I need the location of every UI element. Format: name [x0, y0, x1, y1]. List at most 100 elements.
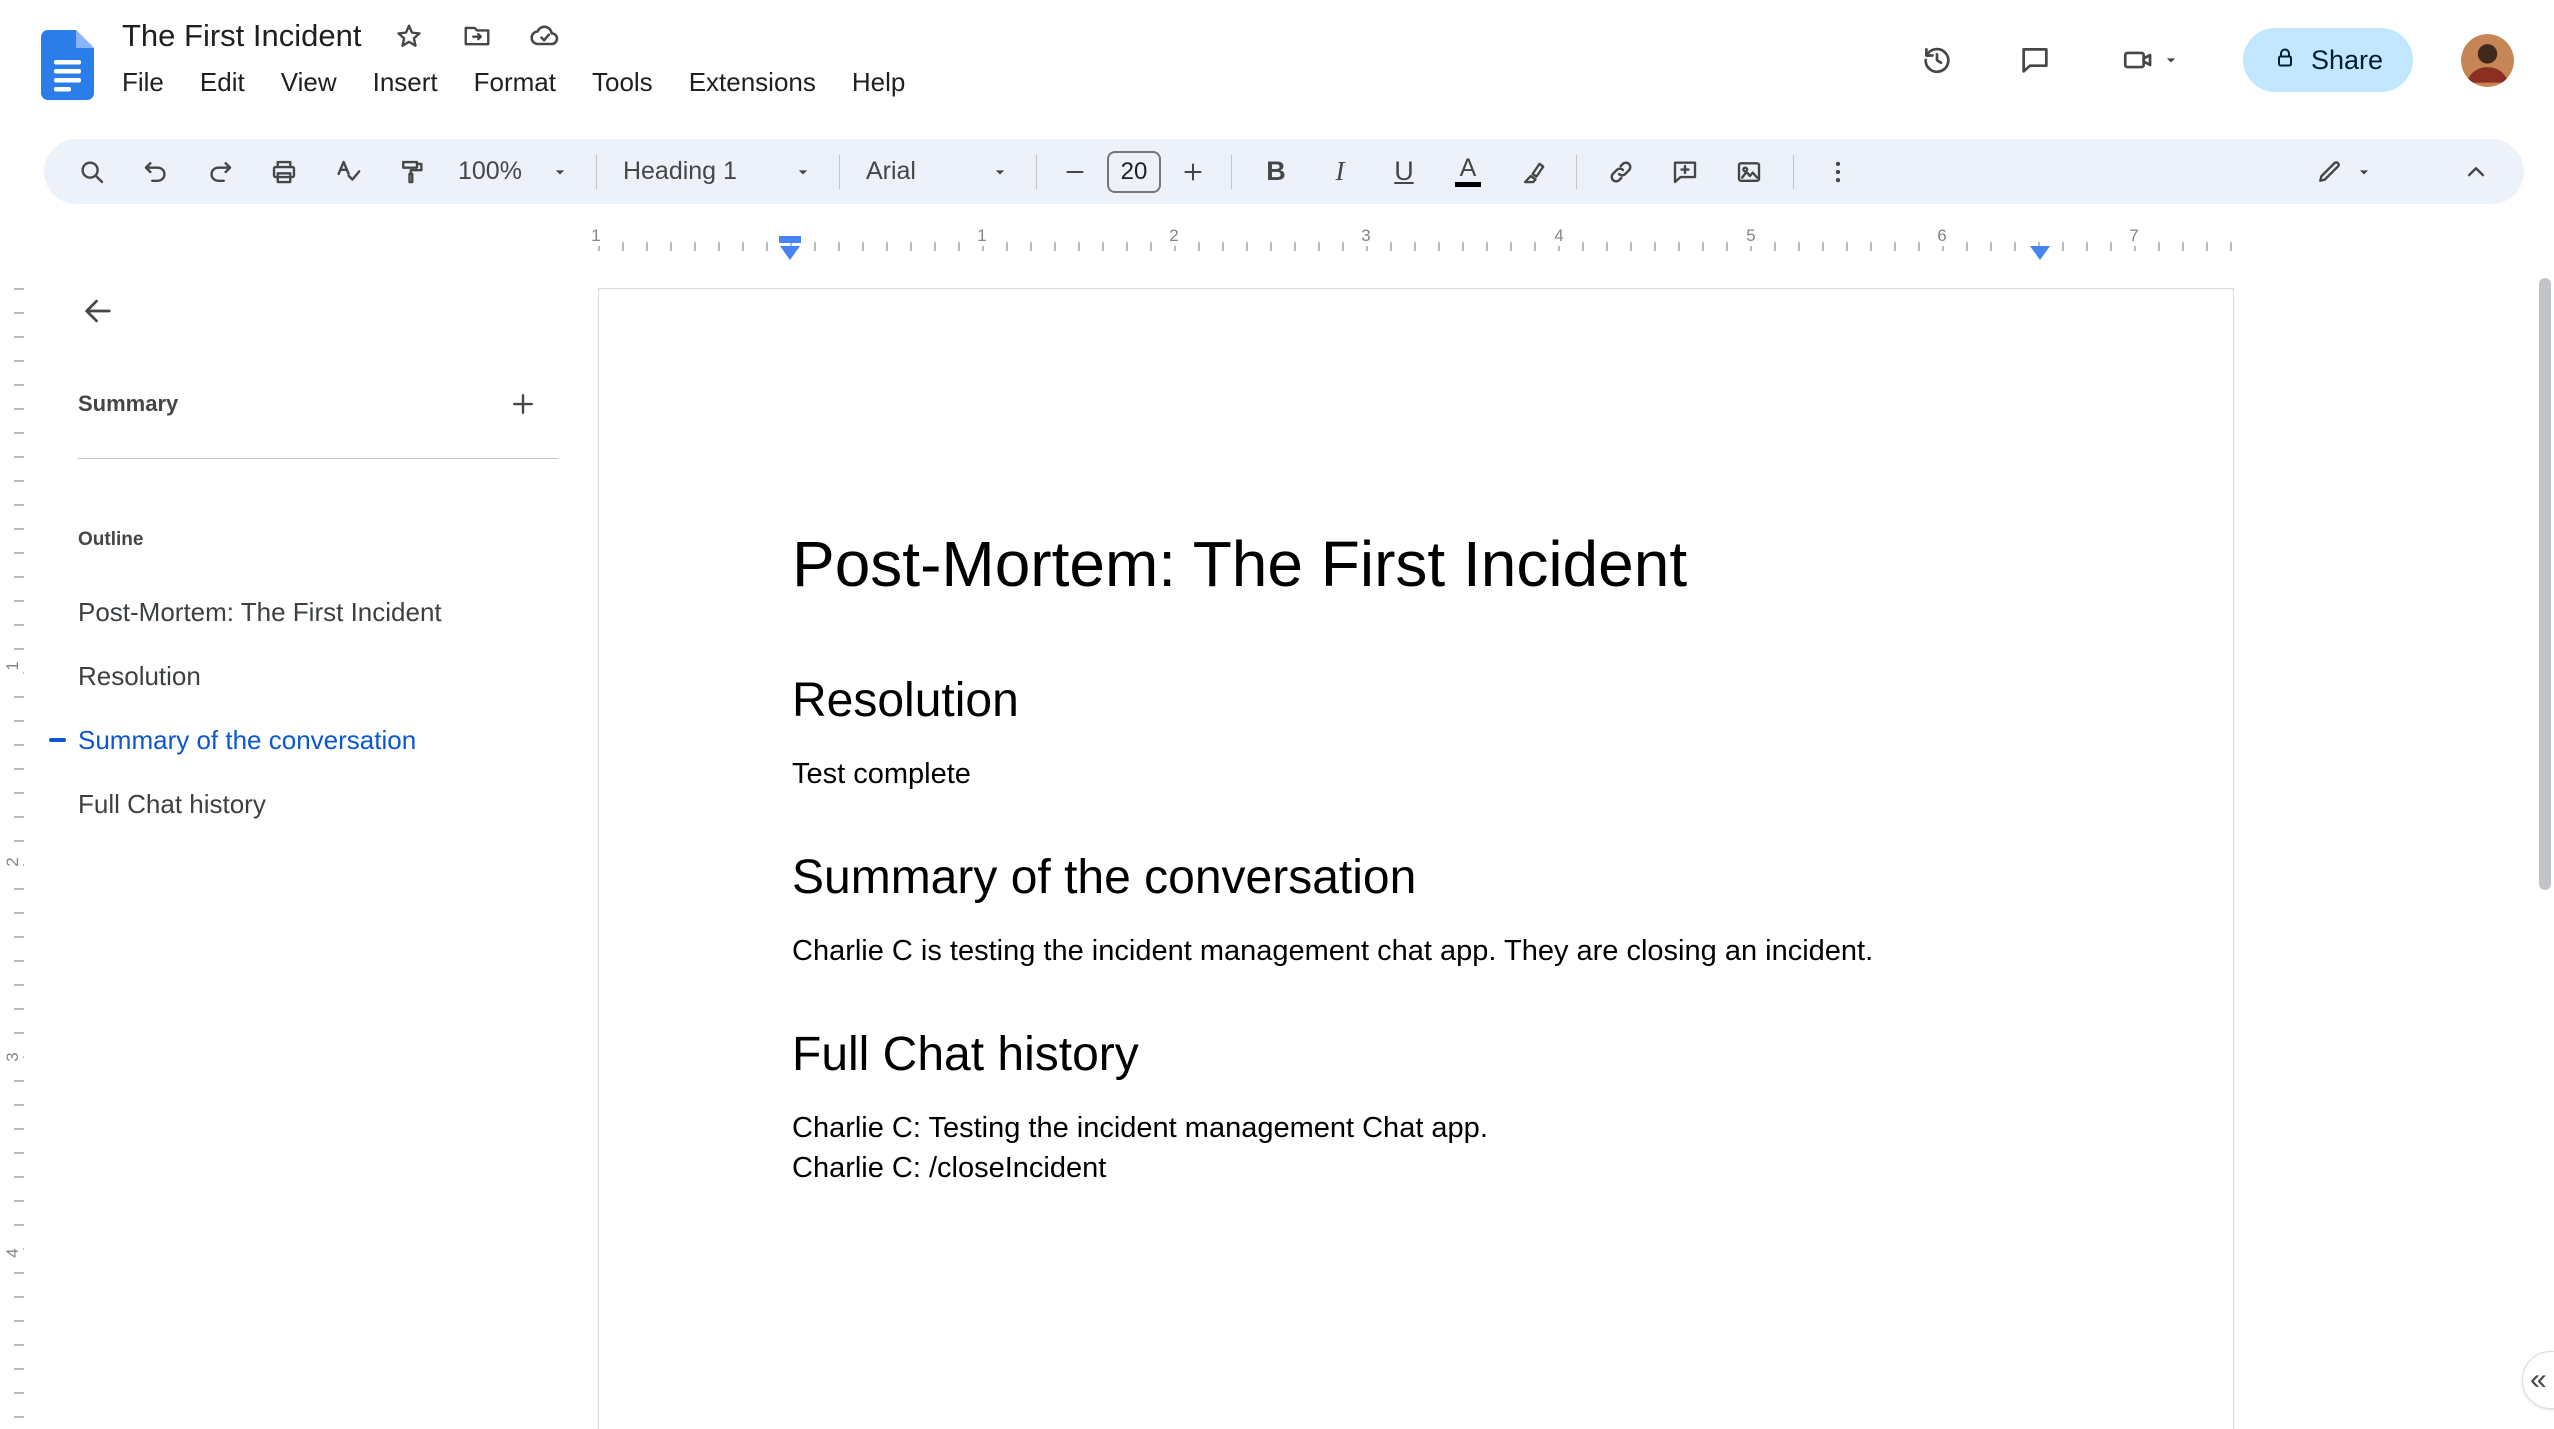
- toolbar: 100% Heading 1 Arial 20 B I U A: [44, 139, 2524, 204]
- ruler-ticks: [598, 242, 2234, 251]
- highlight-color-icon[interactable]: [1506, 146, 1558, 198]
- toolbar-divider: [595, 154, 597, 189]
- close-outline-icon[interactable]: [70, 283, 126, 339]
- comments-icon[interactable]: [2003, 28, 2067, 92]
- increase-font-size-icon[interactable]: [1173, 146, 1213, 198]
- doc-section: Resolution Test complete: [792, 673, 2043, 794]
- divider: [78, 458, 558, 459]
- ruler-number: 6: [1933, 226, 1951, 246]
- menu-help[interactable]: Help: [839, 64, 918, 101]
- menu-view[interactable]: View: [268, 64, 350, 101]
- insert-link-icon[interactable]: [1595, 146, 1647, 198]
- doc-title-heading[interactable]: Post-Mortem: The First Incident: [792, 527, 2043, 601]
- ruler-number: 1: [973, 226, 991, 246]
- outline-item[interactable]: Resolution: [30, 644, 598, 708]
- undo-icon[interactable]: [130, 146, 182, 198]
- doc-heading[interactable]: Summary of the conversation: [792, 850, 2043, 906]
- doc-paragraph[interactable]: Charlie C: /closeIncident: [792, 1148, 2043, 1188]
- zoom-select[interactable]: 100%: [444, 157, 584, 186]
- toolbar-right-group: [2300, 146, 2508, 198]
- decrease-font-size-icon[interactable]: [1055, 146, 1095, 198]
- star-icon[interactable]: [389, 16, 429, 56]
- double-chevron-left-icon: «: [2530, 1363, 2547, 1396]
- menu-extensions[interactable]: Extensions: [676, 64, 829, 101]
- toolbar-divider: [838, 154, 840, 189]
- show-side-panel-button[interactable]: «: [2522, 1351, 2554, 1409]
- first-line-indent-marker[interactable]: [779, 236, 801, 243]
- paint-format-icon[interactable]: [386, 146, 438, 198]
- paragraph-style-select[interactable]: Heading 1: [609, 157, 827, 186]
- menu-insert[interactable]: Insert: [360, 64, 451, 101]
- ruler-number: 2: [3, 847, 23, 877]
- doc-paragraph[interactable]: Charlie C: Testing the incident manageme…: [792, 1108, 2043, 1148]
- docs-logo-icon[interactable]: [41, 30, 94, 100]
- document-title[interactable]: The First Incident: [122, 18, 361, 54]
- document-page[interactable]: Post-Mortem: The First Incident Resoluti…: [598, 288, 2234, 1429]
- menu-format[interactable]: Format: [461, 64, 569, 101]
- right-indent-marker[interactable]: [2030, 246, 2050, 260]
- toolbar-divider: [1230, 154, 1232, 189]
- italic-button[interactable]: I: [1314, 146, 1366, 198]
- doc-heading[interactable]: Resolution: [792, 673, 2043, 729]
- paragraph-style-value: Heading 1: [622, 157, 737, 185]
- vertical-ruler: 1 2 3 4: [0, 264, 30, 1429]
- outline-list: Post-Mortem: The First Incident Resoluti…: [30, 580, 598, 836]
- underline-button[interactable]: U: [1378, 146, 1430, 198]
- ruler-number: 7: [2125, 226, 2143, 246]
- ruler-number: 3: [3, 1042, 23, 1072]
- more-options-icon[interactable]: [1812, 146, 1864, 198]
- ruler-number: 4: [3, 1238, 23, 1268]
- ruler-number: 3: [1357, 226, 1375, 246]
- summary-label: Summary: [78, 391, 179, 416]
- scrollbar-thumb[interactable]: [2539, 278, 2551, 890]
- search-menus-icon[interactable]: [66, 146, 118, 198]
- add-summary-icon[interactable]: [495, 376, 551, 432]
- chevron-down-icon: [995, 169, 1005, 174]
- title-area: The First Incident File Edit View Insert…: [122, 16, 918, 101]
- insert-image-icon[interactable]: [1723, 146, 1775, 198]
- editing-mode-select[interactable]: [2300, 157, 2388, 187]
- header: The First Incident File Edit View Insert…: [0, 0, 2554, 133]
- share-label: Share: [2310, 44, 2383, 75]
- version-history-icon[interactable]: [1905, 28, 1969, 92]
- text-color-bar: [1454, 182, 1481, 187]
- menu-file[interactable]: File: [109, 64, 177, 101]
- outline-item-active[interactable]: Summary of the conversation: [30, 708, 598, 772]
- pencil-icon: [2319, 160, 2340, 182]
- header-actions: Share: [1905, 28, 2514, 92]
- ruler-number: 1: [3, 651, 23, 681]
- meet-video-icon[interactable]: [2101, 28, 2201, 92]
- menu-tools[interactable]: Tools: [579, 64, 666, 101]
- zoom-value: 100%: [458, 157, 522, 185]
- chevron-down-icon: [798, 169, 808, 174]
- print-icon[interactable]: [258, 146, 310, 198]
- chevron-down-icon: [2166, 58, 2176, 63]
- hide-menus-icon[interactable]: [2450, 146, 2502, 198]
- toolbar-divider: [1792, 154, 1794, 189]
- doc-paragraph[interactable]: Charlie C is testing the incident manage…: [792, 931, 2043, 971]
- avatar[interactable]: [2461, 33, 2514, 87]
- outline-item[interactable]: Post-Mortem: The First Incident: [30, 580, 598, 644]
- menu-edit[interactable]: Edit: [187, 64, 258, 101]
- doc-section: Full Chat history Charlie C: Testing the…: [792, 1027, 2043, 1188]
- font-size-input[interactable]: 20: [1106, 150, 1161, 193]
- doc-section: Summary of the conversation Charlie C is…: [792, 850, 2043, 971]
- doc-heading[interactable]: Full Chat history: [792, 1027, 2043, 1083]
- spellcheck-icon[interactable]: [322, 146, 374, 198]
- add-comment-icon[interactable]: [1659, 146, 1711, 198]
- bold-button[interactable]: B: [1250, 146, 1302, 198]
- font-select[interactable]: Arial: [852, 157, 1024, 186]
- move-folder-icon[interactable]: [457, 16, 497, 56]
- outline-item[interactable]: Full Chat history: [30, 772, 598, 836]
- doc-paragraph[interactable]: Test complete: [792, 754, 2043, 794]
- menubar: File Edit View Insert Format Tools Exten…: [109, 64, 918, 101]
- text-color-button[interactable]: A: [1442, 146, 1494, 198]
- horizontal-ruler: 1 1 2 3 4 5 6 7: [0, 222, 2554, 264]
- toolbar-divider: [1575, 154, 1577, 189]
- redo-icon[interactable]: [194, 146, 246, 198]
- document-outline-panel: Summary Outline Post-Mortem: The First I…: [30, 264, 598, 1429]
- share-button[interactable]: Share: [2242, 28, 2413, 92]
- left-indent-marker[interactable]: [780, 246, 800, 260]
- font-value: Arial: [865, 157, 916, 185]
- lock-icon: [2273, 46, 2297, 75]
